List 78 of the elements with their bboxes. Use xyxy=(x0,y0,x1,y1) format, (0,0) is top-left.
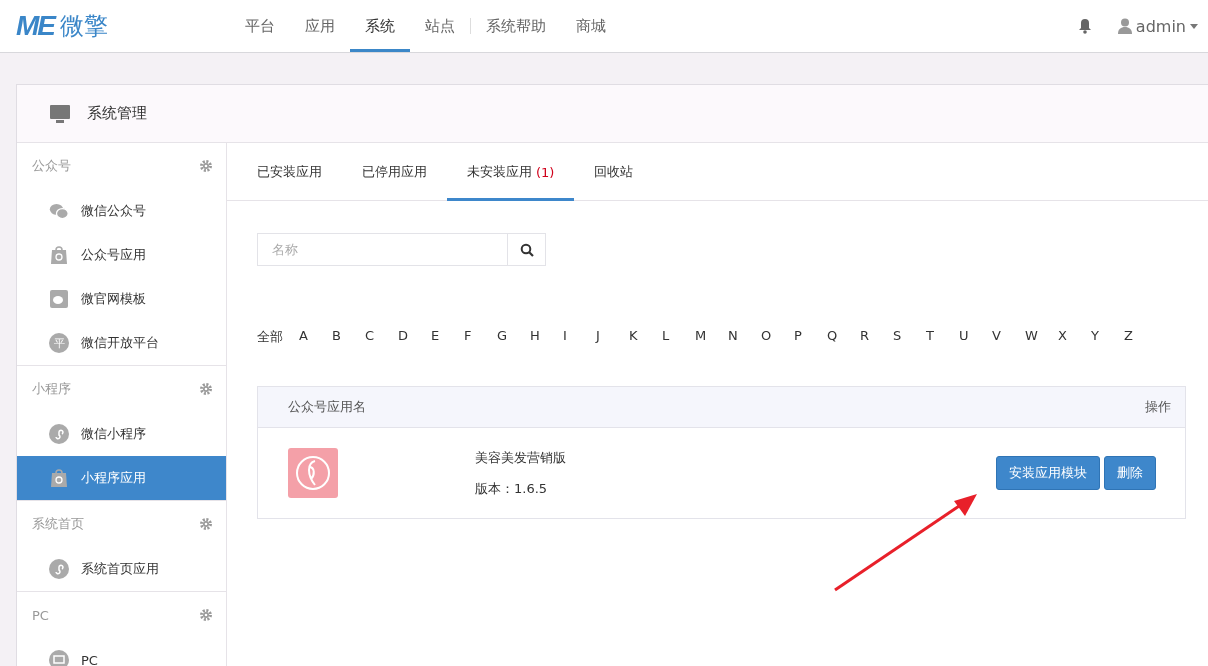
letter-filter[interactable]: V xyxy=(992,328,1025,346)
letter-filter[interactable]: A xyxy=(299,328,332,346)
letter-filter[interactable]: U xyxy=(959,328,992,346)
nav-tab[interactable]: 系统 xyxy=(350,0,410,52)
letter-filter[interactable]: R xyxy=(860,328,893,346)
bell-icon[interactable] xyxy=(1077,18,1092,34)
letter-filter[interactable]: G xyxy=(497,328,530,346)
app-logo-icon xyxy=(288,448,338,498)
nav-tab[interactable]: 站点 xyxy=(410,0,470,52)
settings-icon[interactable] xyxy=(200,160,212,172)
search-button[interactable] xyxy=(508,233,546,266)
settings-icon[interactable] xyxy=(200,518,212,530)
logo-mark: ME xyxy=(16,10,54,42)
letter-filter[interactable]: E xyxy=(431,328,464,346)
letter-filter[interactable]: X xyxy=(1058,328,1091,346)
user-menu[interactable]: admin xyxy=(1117,16,1198,36)
tab[interactable]: 已安装应用 xyxy=(237,143,342,201)
letter-filter[interactable]: J xyxy=(596,328,629,346)
link-circle-icon xyxy=(49,424,69,444)
nav-tab[interactable]: 应用 xyxy=(290,0,350,52)
letter-filter[interactable]: B xyxy=(332,328,365,346)
letter-filter[interactable]: Q xyxy=(827,328,860,346)
user-icon xyxy=(1117,18,1132,34)
app-name: 美容美发营销版 xyxy=(475,448,566,467)
settings-icon[interactable] xyxy=(200,609,212,621)
settings-icon[interactable] xyxy=(200,383,212,395)
group-title: 系统首页 xyxy=(32,515,84,533)
caret-icon xyxy=(1190,23,1198,29)
letter-filter[interactable]: N xyxy=(728,328,761,346)
letter-filter[interactable]: M xyxy=(695,328,728,346)
sidebar-item[interactable]: PC xyxy=(17,638,226,666)
letter-filter[interactable]: Z xyxy=(1124,328,1157,346)
sidebar-item[interactable]: 微信小程序 xyxy=(17,412,226,456)
sidebar-item[interactable]: 微信公众号 xyxy=(17,189,226,233)
sidebar-item[interactable]: 平 微信开放平台 xyxy=(17,321,226,365)
column-header: 操作 xyxy=(1145,398,1171,416)
letter-filter[interactable]: Y xyxy=(1091,328,1124,346)
template-icon xyxy=(49,289,69,309)
link-circle-icon xyxy=(49,559,69,579)
letter-filter[interactable]: K xyxy=(629,328,662,346)
bag-icon xyxy=(49,245,69,265)
sidebar-item[interactable]: 小程序应用 xyxy=(17,456,226,500)
monitor-icon xyxy=(49,103,71,124)
tab[interactable]: 已停用应用 xyxy=(342,143,447,201)
sidebar-item[interactable]: 公众号应用 xyxy=(17,233,226,277)
chat-bubbles-icon xyxy=(49,201,69,221)
letter-filter[interactable]: C xyxy=(365,328,398,346)
letter-filter[interactable]: S xyxy=(893,328,926,346)
letter-filter[interactable]: T xyxy=(926,328,959,346)
letter-filter[interactable]: W xyxy=(1025,328,1058,346)
letter-filter[interactable]: H xyxy=(530,328,563,346)
letter-filter[interactable]: L xyxy=(662,328,695,346)
letter-filter[interactable]: P xyxy=(794,328,827,346)
tab[interactable]: 回收站 xyxy=(574,143,654,201)
search-field[interactable]: 名称 xyxy=(257,233,508,266)
logo-name: 微擎 xyxy=(60,11,108,42)
tab[interactable]: 未安装应用 (1) xyxy=(447,143,575,201)
search-icon xyxy=(519,242,534,257)
bag-icon xyxy=(49,468,69,488)
circle-glyph-icon: 平 xyxy=(49,333,69,353)
nav-tab[interactable]: 平台 xyxy=(230,0,290,52)
letter-filter[interactable]: F xyxy=(464,328,497,346)
group-title: PC xyxy=(32,607,49,623)
delete-button[interactable]: 删除 xyxy=(1104,456,1156,490)
nav-tab[interactable]: 商城 xyxy=(561,0,621,52)
letter-filter[interactable]: 全部 xyxy=(257,328,299,346)
sidebar-item[interactable]: 微官网模板 xyxy=(17,277,226,321)
app-version: 版本：1.6.5 xyxy=(475,479,549,498)
letter-filter[interactable]: D xyxy=(398,328,431,346)
letter-filter[interactable]: I xyxy=(563,328,596,346)
group-title: 公众号 xyxy=(32,157,71,175)
install-button[interactable]: 安装应用模块 xyxy=(996,456,1100,490)
panel-title: 系统管理 xyxy=(87,104,147,123)
nav-tab[interactable]: 系统帮助 xyxy=(471,0,561,52)
column-header: 公众号应用名 xyxy=(288,398,366,416)
group-title: 小程序 xyxy=(32,380,71,398)
sidebar-item[interactable]: 系统首页应用 xyxy=(17,547,226,591)
letter-filter[interactable]: O xyxy=(761,328,794,346)
